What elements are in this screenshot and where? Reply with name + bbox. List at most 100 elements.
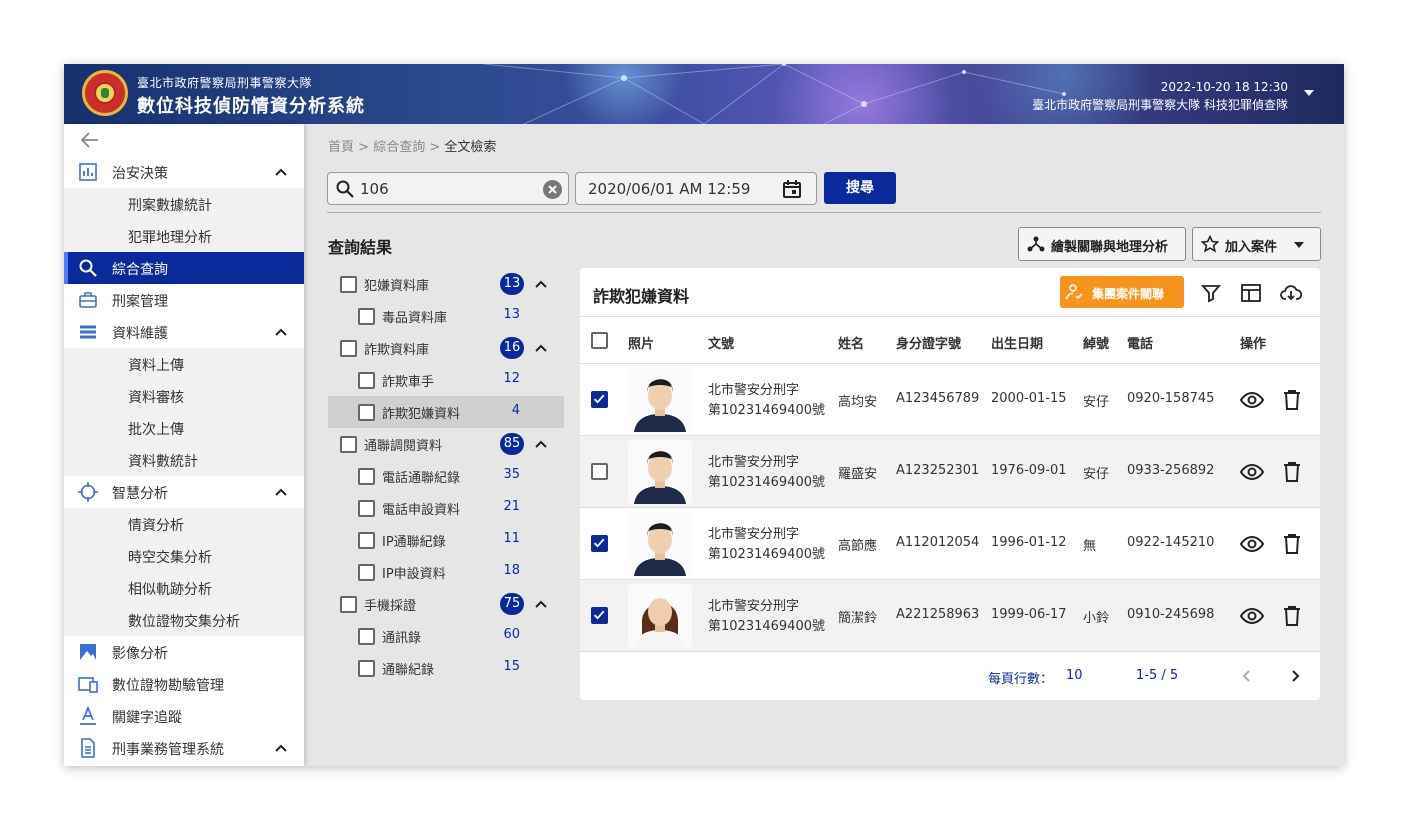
delete-trash-icon[interactable] [1280,460,1304,484]
user-menu-caret-icon[interactable] [1304,90,1314,96]
chevron-up-icon[interactable] [274,741,288,755]
tree-item-phone-registration[interactable]: 電話申設資料 21 [328,492,564,524]
sidebar-item-label: 綜合查詢 [112,262,168,278]
sidebar-subitem-evidence-intersect[interactable]: 數位證物交集分析 [64,604,304,636]
table-columns-icon[interactable] [1240,282,1262,304]
tree-item-label: IP申設資料 [382,567,446,582]
calendar-icon[interactable] [782,179,802,199]
add-to-case-button[interactable]: 加入案件 [1192,227,1321,261]
tree-item-phone-call-log[interactable]: 電話通聯紀錄 35 [328,460,564,492]
rows-per-page-select[interactable]: 10 [1066,668,1083,683]
tree-checkbox[interactable] [358,308,375,325]
chevron-up-icon[interactable] [534,597,548,611]
user-info[interactable]: 2022-10-20 18 12:30 臺北市政府警察局刑事警察大隊 科技犯罪偵… [1032,78,1288,114]
tree-checkbox[interactable] [358,404,375,421]
group-case-relation-button[interactable]: 集團案件關聯 [1060,276,1184,308]
table-row[interactable]: 北市警安分刑字 第10231469400號 簡潔鈴 A221258963 1999-06… [580,580,1320,652]
tree-item-call-log[interactable]: 通聯紀錄 15 [328,652,564,684]
sidebar-item-keyword-tracking[interactable]: 關鍵字追蹤 [64,700,304,732]
tree-checkbox[interactable] [340,436,357,453]
view-eye-icon[interactable] [1240,388,1264,412]
sidebar-subitem-intel-analysis[interactable]: 情資分析 [64,508,304,540]
sidebar-subitem-spatiotemporal[interactable]: 時空交集分析 [64,540,304,572]
view-eye-icon[interactable] [1240,532,1264,556]
tree-checkbox[interactable] [340,340,357,357]
doc-number-line1: 北市警安分刑字 [708,599,800,614]
delete-trash-icon[interactable] [1280,604,1304,628]
suspect-name: 簡潔鈴 [838,611,878,626]
tree-item-mobile-forensics[interactable]: 手機採證 75 [328,588,564,620]
sidebar-subitem-case-stats[interactable]: 刑案數據統計 [64,188,304,220]
sidebar-item-image-analysis[interactable]: 影像分析 [64,636,304,668]
row-checkbox[interactable] [591,391,608,408]
sidebar-subitem-crime-geo[interactable]: 犯罪地理分析 [64,220,304,252]
chevron-up-icon[interactable] [274,165,288,179]
sidebar-item-case-management[interactable]: 刑案管理 [64,284,304,316]
sidebar-item-data-maintenance[interactable]: 資料維護 [64,316,304,348]
back-arrow-icon[interactable] [80,130,100,150]
tree-item-count: 13 [503,307,520,322]
tree-checkbox[interactable] [340,596,357,613]
sidebar-item-smart-analysis[interactable]: 智慧分析 [64,476,304,508]
delete-trash-icon[interactable] [1280,532,1304,556]
select-all-checkbox[interactable] [591,332,608,349]
tree-item-ip-log[interactable]: IP通聯紀錄 11 [328,524,564,556]
sidebar-item-policy[interactable]: 治安決策 [64,156,304,188]
row-checkbox[interactable] [591,463,608,480]
relation-geo-analysis-button[interactable]: 繪製關聯與地理分析 [1018,227,1186,261]
tree-item-fraud-courier[interactable]: 詐欺車手 12 [328,364,564,396]
sidebar-subitem-data-upload[interactable]: 資料上傳 [64,348,304,380]
sidebar-item-criminal-business[interactable]: 刑事業務管理系統 [64,732,304,764]
column-header: 綽號 [1083,337,1110,352]
delete-trash-icon[interactable] [1280,388,1304,412]
view-eye-icon[interactable] [1240,460,1264,484]
row-checkbox[interactable] [591,535,608,552]
tree-item-suspect-db[interactable]: 犯嫌資料庫 13 [328,268,564,300]
filter-icon[interactable] [1200,282,1222,304]
sidebar-subitem-data-count[interactable]: 資料數統計 [64,444,304,476]
tree-checkbox[interactable] [358,564,375,581]
briefcase-icon [79,292,97,308]
tree-item-ip-registration[interactable]: IP申設資料 18 [328,556,564,588]
sidebar-subitem-similar-track[interactable]: 相似軌跡分析 [64,572,304,604]
tree-item-contacts[interactable]: 通訊錄 60 [328,620,564,652]
row-checkbox[interactable] [591,607,608,624]
tree-checkbox[interactable] [358,468,375,485]
chevron-right-icon[interactable] [1288,669,1302,683]
search-input[interactable] [360,179,530,199]
table-row[interactable]: 北市警安分刑字 第10231469400號 高均安 A123456789 2000-01… [580,364,1320,436]
search-button[interactable]: 搜尋 [824,172,896,204]
date-input[interactable] [588,179,778,199]
tree-item-label: 毒品資料庫 [382,311,448,326]
chevron-up-icon[interactable] [274,485,288,499]
tree-item-fraud-db[interactable]: 詐欺資料庫 16 [328,332,564,364]
chevron-up-icon[interactable] [534,341,548,355]
count-badge: 85 [500,433,524,455]
sidebar-subitem-batch-upload[interactable]: 批次上傳 [64,412,304,444]
clear-icon[interactable] [543,180,562,199]
tree-checkbox[interactable] [358,660,375,677]
breadcrumb-current: 全文檢索 [444,140,497,155]
table-row[interactable]: 北市警安分刑字 第10231469400號 高節應 A112012054 1996-01… [580,508,1320,580]
view-eye-icon[interactable] [1240,604,1264,628]
breadcrumb-parent[interactable]: 綜合查詢 [373,140,425,155]
tree-item-drug-db[interactable]: 毒品資料庫 13 [328,300,564,332]
table-row[interactable]: 北市警安分刑字 第10231469400號 羅盛安 A123252301 1976-09… [580,436,1320,508]
tree-item-comm-records[interactable]: 通聯調閱資料 85 [328,428,564,460]
tree-checkbox[interactable] [358,500,375,517]
tree-checkbox[interactable] [358,532,375,549]
tree-item-fraud-suspect[interactable]: 詐欺犯嫌資料 4 [328,396,564,428]
chevron-up-icon[interactable] [534,277,548,291]
sidebar-item-integrated-search[interactable]: 綜合查詢 [64,252,304,284]
sidebar-subitem-data-review[interactable]: 資料審核 [64,380,304,412]
tree-checkbox[interactable] [358,628,375,645]
sidebar-item-evidence-management[interactable]: 數位證物勘驗管理 [64,668,304,700]
sidebar-item-label: 資料審核 [128,390,184,406]
tree-checkbox[interactable] [358,372,375,389]
chevron-up-icon[interactable] [534,437,548,451]
cloud-download-icon[interactable] [1280,282,1302,304]
tree-checkbox[interactable] [340,276,357,293]
chevron-left-icon[interactable] [1240,669,1254,683]
chevron-up-icon[interactable] [274,325,288,339]
breadcrumb-home[interactable]: 首頁 [328,140,354,155]
